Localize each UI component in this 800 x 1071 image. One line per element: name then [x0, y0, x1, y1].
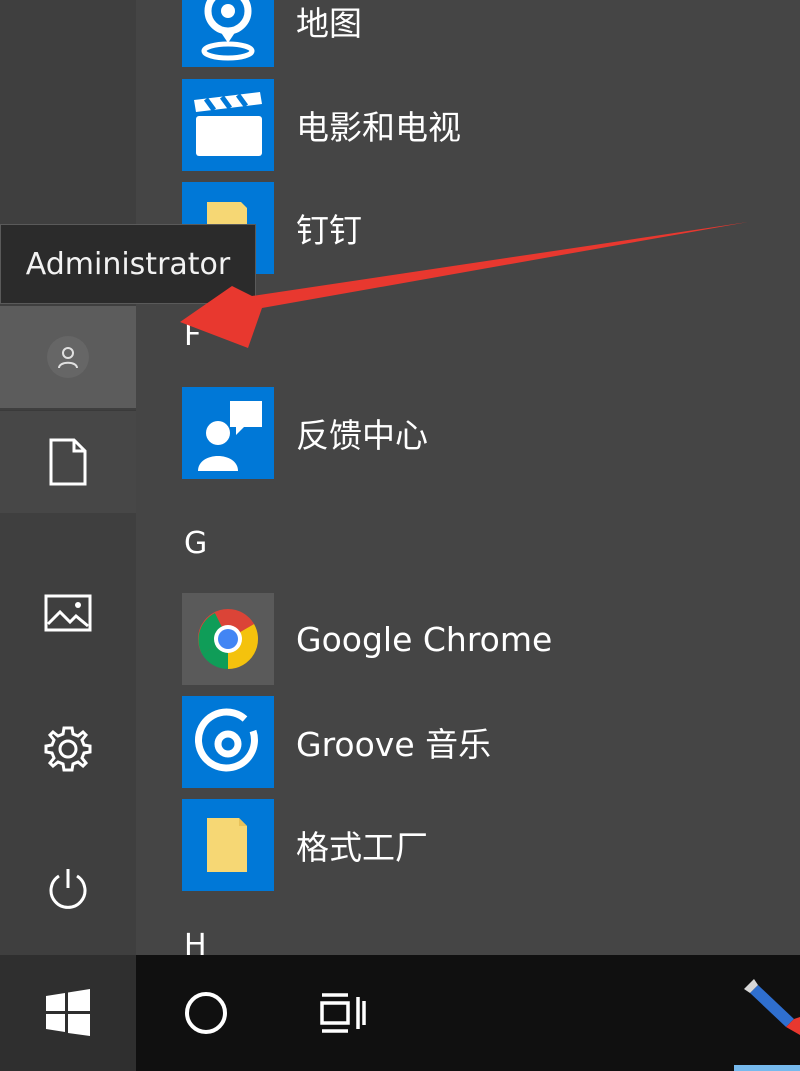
app-tile-format-factory	[182, 799, 274, 891]
app-label-maps: 地图	[296, 4, 362, 43]
start-menu: 地图 电影和电视 钉钉 F 反馈中心 G Google Chrome Groov…	[0, 0, 800, 963]
pictures-icon	[44, 594, 92, 632]
app-item-groove-music[interactable]: Groove 音乐	[182, 696, 742, 788]
app-item-dingtalk[interactable]: 钉钉	[182, 182, 742, 274]
app-tile-groove-music	[182, 696, 274, 788]
power-icon	[49, 869, 87, 909]
document-icon	[49, 438, 87, 486]
app-tile-movies-tv	[182, 79, 274, 171]
pictures-button[interactable]	[0, 562, 136, 664]
start-left-rail	[0, 0, 136, 955]
map-pin-icon	[201, 0, 255, 61]
app-item-maps[interactable]: 地图	[182, 0, 742, 67]
app-tile-feedback-hub	[182, 387, 274, 479]
group-header-g[interactable]: G	[184, 526, 207, 561]
windows-logo-icon	[46, 989, 90, 1036]
settings-button[interactable]	[0, 698, 136, 800]
cortana-button[interactable]	[160, 955, 252, 1071]
chrome-icon	[197, 609, 259, 669]
app-label-feedback-hub: 反馈中心	[296, 416, 428, 455]
gear-icon	[44, 726, 92, 772]
app-item-feedback-hub[interactable]: 反馈中心	[182, 387, 742, 479]
avatar	[47, 336, 89, 378]
power-button[interactable]	[0, 838, 136, 940]
group-header-f[interactable]: F	[184, 318, 201, 353]
taskbar	[0, 955, 800, 1071]
app-label-movies-tv: 电影和电视	[296, 108, 461, 147]
pen-app-icon	[744, 979, 800, 1035]
app-label-google-chrome: Google Chrome	[296, 619, 553, 659]
cortana-circle-icon	[185, 992, 227, 1034]
app-label-dingtalk: 钉钉	[296, 211, 362, 250]
start-button[interactable]	[0, 955, 136, 1071]
user-tooltip: Administrator	[0, 224, 256, 304]
user-account-button[interactable]	[0, 306, 136, 408]
feedback-person-icon	[198, 401, 262, 471]
folder-icon	[207, 818, 247, 872]
documents-button[interactable]	[0, 410, 136, 513]
app-label-format-factory: 格式工厂	[296, 828, 428, 867]
app-item-format-factory[interactable]: 格式工厂	[182, 799, 742, 891]
app-list: 地图 电影和电视 钉钉 F 反馈中心 G Google Chrome Groov…	[182, 0, 782, 963]
task-view-button[interactable]	[296, 955, 388, 1071]
pen-app-active-indicator	[734, 1065, 800, 1071]
app-item-movies-tv[interactable]: 电影和电视	[182, 79, 742, 171]
app-tile-google-chrome	[182, 593, 274, 685]
clapperboard-icon	[194, 92, 262, 156]
app-item-google-chrome[interactable]: Google Chrome	[182, 593, 742, 685]
app-tile-maps	[182, 0, 274, 67]
app-label-groove-music: Groove 音乐	[296, 725, 492, 764]
groove-disc-icon	[195, 708, 258, 772]
task-view-icon	[320, 993, 366, 1033]
pen-app-button[interactable]	[734, 955, 800, 1071]
user-icon	[58, 347, 78, 369]
